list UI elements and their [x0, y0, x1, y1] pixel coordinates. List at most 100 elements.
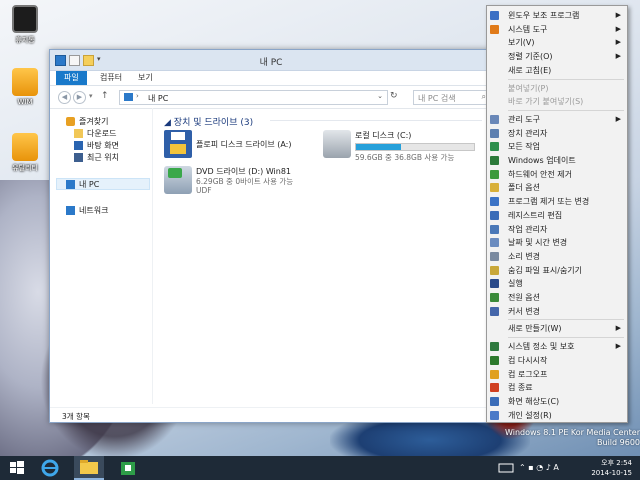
menu-item-uninstall[interactable]: 프로그램 제거 또는 변경	[487, 195, 627, 208]
restart-icon	[490, 355, 499, 365]
menu-item-label: 정렬 기준(O)	[508, 52, 553, 62]
menu-item-hidden-files[interactable]: 숨김 파일 표시/숨기기	[487, 264, 627, 277]
menu-item-folder-options[interactable]: 폴더 옵션	[487, 181, 627, 194]
taskbar-store[interactable]	[116, 456, 140, 480]
drive-item-dvd[interactable]: DVD 드라이브 (D:) Win81 6.29GB 중 0바이트 사용 가능 …	[164, 166, 334, 206]
nav-this-pc[interactable]: 내 PC	[66, 179, 99, 190]
address-dropdown-icon[interactable]: ⌄	[377, 92, 383, 100]
menu-item-personalize[interactable]: 개인 설정(R)	[487, 409, 627, 422]
nav-network[interactable]: 네트워크	[66, 205, 108, 216]
registry-icon	[490, 210, 499, 220]
recent-places-icon	[74, 153, 83, 162]
desktop-context-menu: 윈도우 보조 프로그램 ▶ 시스템 도구 ▶ 보기(V) ▶ 정렬 기준(O) ▶ 새로 고침(…	[486, 5, 628, 423]
up-button[interactable]: ↑	[101, 91, 109, 101]
menu-item-label: 컴 종료	[508, 383, 533, 393]
group-title: 장치 및 드라이브 (3)	[173, 118, 254, 128]
menu-item-item-6[interactable]: 바로 가기 붙여넣기(S)	[487, 95, 627, 108]
menu-item-device-manager[interactable]: 장치 관리자	[487, 127, 627, 140]
recent-locations-icon[interactable]: ▾	[89, 92, 93, 100]
menu-item-shutdown[interactable]: 컴 종료	[487, 381, 627, 394]
nav-label: 네트워크	[79, 206, 109, 215]
tray-app-icon[interactable]: ▪	[528, 463, 533, 472]
display-icon	[490, 396, 499, 406]
menu-item-power-options[interactable]: 전원 옵션	[487, 291, 627, 304]
nav-favorites[interactable]: 즐겨찾기	[66, 116, 108, 127]
drive-item-floppy[interactable]: 플로피 디스크 드라이브 (A:)	[164, 130, 314, 160]
menu-item-item-22[interactable]: 새로 만들기(W) ▶	[487, 322, 627, 335]
menu-item-item-2[interactable]: 보기(V) ▶	[487, 36, 627, 49]
submenu-arrow-icon: ▶	[615, 24, 621, 33]
menu-item-windows-update[interactable]: Windows 업데이트	[487, 154, 627, 167]
menu-item-date-time[interactable]: 날짜 및 시간 변경	[487, 236, 627, 249]
group-header[interactable]: ◢ 장치 및 드라이브 (3)	[164, 115, 253, 128]
network-tray-icon[interactable]: ◔	[536, 463, 543, 472]
taskbar-file-explorer[interactable]	[74, 456, 104, 480]
submenu-arrow-icon: ▶	[615, 38, 621, 47]
title-bar[interactable]: ▾ 내 PC	[50, 50, 492, 71]
menu-item-label: 모든 작업	[508, 142, 540, 152]
menu-item-sound[interactable]: 소리 변경	[487, 250, 627, 263]
menu-item-display[interactable]: 화면 해상도(C)	[487, 395, 627, 408]
safely-remove-icon	[490, 169, 499, 179]
collapse-chevron-icon: ◢	[164, 118, 174, 128]
desktop-icon-wim[interactable]: WIM	[5, 68, 45, 106]
nav-recent[interactable]: 최근 위치	[74, 152, 119, 163]
menu-item-admin-tools[interactable]: 관리 도구 ▶	[487, 113, 627, 126]
desktop-icon-recycle-bin[interactable]: 휴지통	[5, 5, 45, 45]
disk-usage-bar	[355, 143, 475, 151]
breadcrumb[interactable]: 내 PC	[148, 93, 168, 104]
tab-view[interactable]: 보기	[130, 71, 161, 85]
menu-item-safely-remove[interactable]: 하드웨어 안전 제거	[487, 168, 627, 181]
menu-item-accessories[interactable]: 윈도우 보조 프로그램 ▶	[487, 9, 627, 22]
floppy-drive-icon	[164, 130, 192, 158]
menu-item-label: 관리 도구	[508, 114, 540, 124]
desktop-icon-utility[interactable]: 유틸리티	[5, 133, 45, 173]
refresh-icon[interactable]: ↻	[390, 91, 398, 101]
folder-options-icon	[490, 183, 499, 193]
touch-keyboard-button[interactable]	[497, 456, 515, 480]
nav-desktop[interactable]: 바탕 화면	[74, 140, 119, 151]
menu-item-all-tasks[interactable]: 모든 작업	[487, 140, 627, 153]
nav-downloads[interactable]: 다운로드	[74, 128, 116, 139]
personalize-icon	[490, 410, 499, 420]
taskbar-internet-explorer[interactable]	[38, 456, 62, 480]
start-button[interactable]	[6, 456, 28, 480]
nav-label: 바탕 화면	[87, 141, 119, 150]
menu-item-run[interactable]: 실행	[487, 277, 627, 290]
clock[interactable]: 오후 2:54 2014-10-15	[591, 458, 632, 478]
menu-item-logoff[interactable]: 컴 로그오프	[487, 368, 627, 381]
tab-file[interactable]: 파일	[56, 71, 87, 85]
menu-item-task-manager[interactable]: 작업 관리자	[487, 223, 627, 236]
menu-item-item-4[interactable]: 새로 고침(E)	[487, 64, 627, 77]
ime-icon[interactable]: A	[553, 463, 558, 472]
breadcrumb-separator-icon[interactable]: ›	[136, 92, 139, 100]
search-input[interactable]: 내 PC 검색	[418, 93, 456, 104]
navigation-pane: 즐겨찾기 다운로드 바탕 화면 최근 위치 내 PC 네트워크	[50, 108, 153, 404]
address-bar[interactable]: › 내 PC ⌄	[119, 90, 388, 105]
show-hidden-icons[interactable]: ⌃	[519, 463, 526, 472]
menu-item-item-3[interactable]: 정렬 기준(O) ▶	[487, 50, 627, 63]
menu-item-item-5[interactable]: 붙여넣기(P)	[487, 82, 627, 95]
item-count: 3개 항목	[62, 412, 90, 421]
forward-button[interactable]: ▶	[73, 91, 86, 104]
menu-item-label: 붙여넣기(P)	[508, 83, 549, 93]
tab-computer[interactable]: 컴퓨터	[92, 71, 130, 85]
clock-time: 오후 2:54	[601, 459, 632, 467]
menu-item-cursor[interactable]: 커서 변경	[487, 305, 627, 318]
menu-item-system-tools[interactable]: 시스템 도구 ▶	[487, 23, 627, 36]
desktop-folder-icon	[74, 141, 83, 150]
menu-item-registry[interactable]: 레지스트리 편집	[487, 209, 627, 222]
menu-item-label: 레지스트리 편집	[508, 210, 563, 220]
volume-icon[interactable]: ♪	[546, 463, 551, 472]
file-explorer-icon	[80, 460, 98, 474]
search-box[interactable]: 내 PC 검색 ⌕	[413, 90, 490, 105]
recycle-bin-icon	[12, 5, 38, 33]
back-button[interactable]: ◀	[58, 91, 71, 104]
menu-item-label: 화면 해상도(C)	[508, 396, 560, 406]
menu-item-system-protect[interactable]: 시스템 정소 및 보호 ▶	[487, 340, 627, 353]
drive-item-local-c[interactable]: 로컬 디스크 (C:) 59.6GB 중 36.8GB 사용 가능	[323, 130, 493, 162]
menu-item-restart[interactable]: 컴 다시시작	[487, 354, 627, 367]
submenu-arrow-icon: ▶	[615, 324, 621, 333]
drive-name: 플로피 디스크 드라이브 (A:)	[196, 140, 292, 149]
nav-label: 다운로드	[87, 129, 117, 138]
